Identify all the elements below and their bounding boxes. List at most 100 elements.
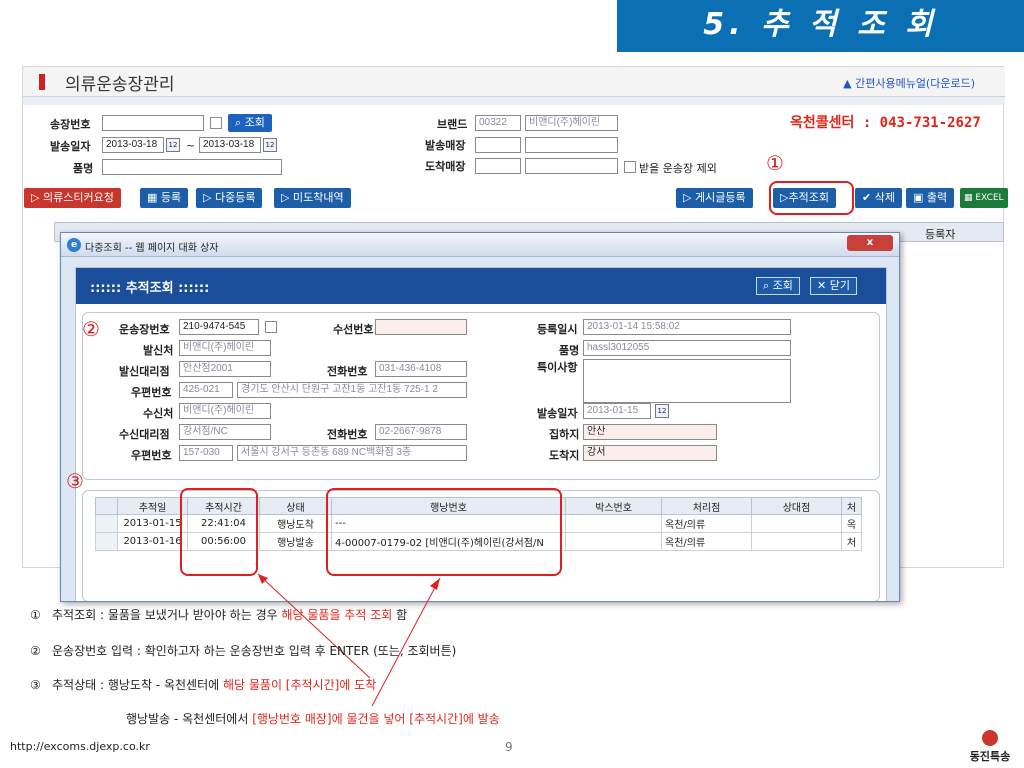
board-register-label: 게시글등록 — [694, 191, 746, 204]
exclude-checkbox[interactable] — [624, 161, 636, 173]
waybill-no-input[interactable]: 210-9474-545 — [179, 319, 259, 335]
sender-agent-input[interactable]: 안산점2001 — [179, 361, 271, 377]
table-cell: 처 — [841, 532, 862, 551]
receiver-agent-input[interactable]: 강서점/NC — [179, 424, 271, 440]
table-header-cell[interactable]: 박스번호 — [565, 497, 662, 515]
sender-label: 발신처 — [143, 344, 174, 357]
excel-label: EXCEL — [975, 193, 1004, 203]
table-header-cell[interactable]: 처리점 — [661, 497, 752, 515]
date-from-input[interactable]: 2013-03-18 — [102, 137, 164, 153]
calendar-icon[interactable]: 12 — [166, 138, 180, 152]
multi-register-button[interactable]: ▷ 다중등록 — [196, 188, 263, 208]
note-1-text: 추적조회 : 물품을 보냈거나 받아야 하는 경우 — [52, 608, 282, 622]
call-center-phone: 옥천콜센터 : 043-731-2627 — [790, 115, 981, 131]
waybill-checkbox[interactable] — [210, 117, 222, 129]
send-store-code-input[interactable] — [475, 137, 521, 153]
item-input[interactable] — [102, 159, 282, 175]
waybill-input[interactable] — [102, 115, 204, 131]
unarrived-button[interactable]: ▷ 미도착내역 — [274, 188, 351, 208]
dialog-close-btn[interactable]: ✕ 닫기 — [810, 277, 857, 295]
addr2-input[interactable]: 서울시 강서구 등촌동 689 NC백화점 3층 — [237, 445, 467, 461]
footer-url: http://excoms.djexp.co.kr — [10, 740, 150, 753]
table-header-cell[interactable]: 상대점 — [751, 497, 842, 515]
table-cell: 2013-01-15 — [117, 514, 188, 533]
multi-register-label: 다중등록 — [214, 191, 256, 204]
marker-2: ② — [82, 317, 100, 341]
brand-label: 브랜드 — [437, 118, 468, 131]
receiver-no-input[interactable] — [375, 319, 467, 335]
delete-button[interactable]: ✔ 삭제 — [855, 188, 902, 208]
marker-3: ③ — [66, 469, 84, 493]
sender-input[interactable]: 비앤디(주)헤이린 — [179, 340, 271, 356]
reg-date-label: 등록일시 — [537, 323, 578, 336]
note-1-end: 함 — [392, 608, 408, 622]
excel-button[interactable]: ▦ EXCEL — [960, 188, 1008, 208]
note-textarea[interactable] — [583, 359, 791, 403]
exclude-label: 받을 운송장 제외 — [639, 162, 717, 175]
table-cell — [751, 514, 842, 533]
origin-select[interactable]: 안산 — [583, 424, 717, 440]
dialog-close-button[interactable]: x — [847, 235, 893, 251]
print-label: 출력 — [926, 191, 948, 204]
note-3-highlight: 해당 물품이 [추적시간]에 도착 — [222, 678, 377, 692]
delete-label: 삭제 — [874, 191, 895, 204]
brand-code-input[interactable]: 00322 — [475, 115, 521, 131]
time-column-highlight — [180, 488, 258, 576]
dest-select[interactable]: 강서 — [583, 445, 717, 461]
arrive-store-code-input[interactable] — [475, 158, 521, 174]
note-3-num: ③ — [30, 678, 41, 692]
table-cell: 옥천/의류 — [661, 532, 752, 551]
sticker-request-label: 의류스티커요청 — [42, 191, 114, 204]
zip1-input[interactable]: 425-021 — [179, 382, 233, 398]
calendar-icon[interactable]: 12 — [263, 138, 277, 152]
table-cell: 옥천/의류 — [661, 514, 752, 533]
send-store-name-input[interactable] — [525, 137, 618, 153]
calendar-icon[interactable]: 12 — [655, 404, 669, 418]
note-2-text: 운송장번호 입력 : 확인하고자 하는 운송장번호 입력 후 ENTER (또는… — [52, 644, 457, 658]
sticker-request-button[interactable]: ▷ 의류스티커요청 — [24, 188, 121, 208]
company-logo: 동진특송 — [960, 726, 1020, 766]
table-cell: 옥 — [841, 514, 862, 533]
date-to-input[interactable]: 2013-03-18 — [199, 137, 261, 153]
bag-number-highlight — [326, 488, 562, 576]
zip1-label: 우편번호 — [131, 386, 172, 399]
zip2-input[interactable]: 157-030 — [179, 445, 233, 461]
sender-agent-label: 발신대리점 — [119, 365, 170, 378]
phone1-input[interactable]: 031-436-4108 — [375, 361, 467, 377]
note-4: 행낭발송 - 옥천센터에서 [행낭번호 매장]에 물건을 넣어 [추적시간]에 … — [126, 710, 500, 727]
table-header-cell[interactable] — [95, 497, 118, 515]
table-header-cell[interactable]: 처 — [841, 497, 862, 515]
dialog-search-button[interactable]: ⌕ 조회 — [756, 277, 800, 295]
logo-icon — [982, 730, 998, 746]
page-number: 9 — [505, 740, 513, 754]
zip2-label: 우편번호 — [131, 449, 172, 462]
ship-date-input[interactable]: 2013-01-15 — [583, 403, 651, 419]
table-cell — [95, 514, 118, 533]
table-cell: 행낭도착 — [259, 514, 332, 533]
search-button[interactable]: ⌕ 조회 — [228, 114, 272, 132]
ie-icon: e — [67, 238, 81, 252]
receiver-input[interactable]: 비앤디(주)헤이린 — [179, 403, 271, 419]
waybill-no-checkbox[interactable] — [265, 321, 277, 333]
print-button[interactable]: ▣ 출력 — [906, 188, 955, 208]
table-cell: 행낭발송 — [259, 532, 332, 551]
item-name-input[interactable]: hassl3012055 — [583, 340, 791, 356]
board-register-button[interactable]: ▷ 게시글등록 — [676, 188, 753, 208]
addr1-input[interactable]: 경기도 안산시 단원구 고잔1동 고잔1동 725-1 2 — [237, 382, 467, 398]
reg-date-input[interactable]: 2013-01-14 15:58:02 — [583, 319, 791, 335]
track-button-highlight — [769, 181, 854, 215]
register-button[interactable]: ▦ 등록 — [140, 188, 189, 208]
brand-name-input[interactable]: 비앤디(주)헤이린 — [525, 115, 618, 131]
phone2-input[interactable]: 02-2667-9878 — [375, 424, 467, 440]
arrive-store-label: 도착매장 — [425, 160, 466, 173]
dialog-window-title: 다중조회 -- 웹 페이지 대화 상자 — [85, 243, 219, 254]
waybill-no-label: 운송장번호 — [119, 323, 170, 336]
note-3-text: 추적상태 : 행낭도착 - 옥천센터에 — [52, 678, 223, 692]
slide-title: 5. 추 적 조 회 — [617, 0, 1024, 52]
arrive-store-name-input[interactable] — [525, 158, 618, 174]
table-header-cell[interactable]: 추적일 — [117, 497, 188, 515]
table-header-cell[interactable]: 상태 — [259, 497, 332, 515]
manual-download-link[interactable]: ▲ 간편사용메뉴얼(다운로드) — [843, 75, 975, 91]
note-3: ③ 추적상태 : 행낭도착 - 옥천센터에 해당 물품이 [추적시간]에 도착 — [30, 676, 376, 693]
logo-text: 동진특송 — [969, 750, 1011, 763]
